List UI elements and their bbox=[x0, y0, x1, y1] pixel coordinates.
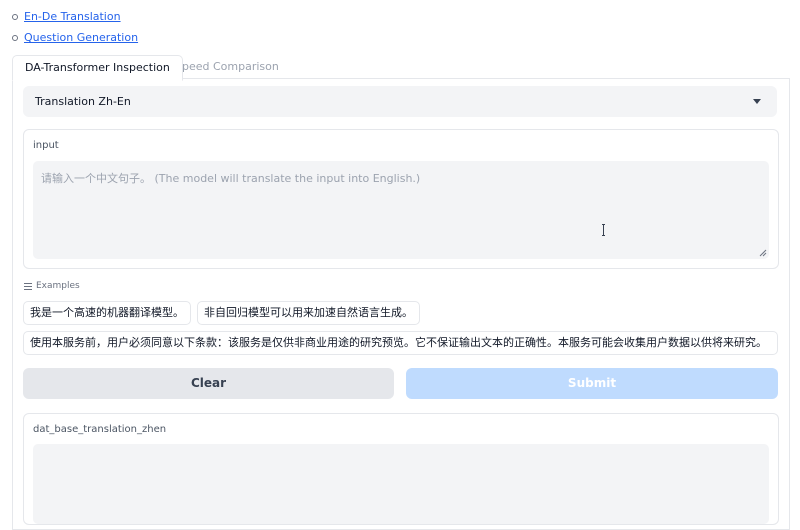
link-en-de-translation[interactable]: En-De Translation bbox=[24, 10, 121, 23]
tab-da-transformer-inspection[interactable]: DA-Transformer Inspection bbox=[12, 55, 183, 81]
text-cursor-icon bbox=[602, 224, 605, 236]
output-textarea[interactable] bbox=[33, 444, 769, 524]
output-block: dat_base_translation_zhen bbox=[23, 413, 779, 525]
example-item[interactable]: 使用本服务前，用户必须同意以下条款：该服务是仅供非商业用途的研究预览。它不保证输… bbox=[23, 331, 778, 355]
list-icon bbox=[24, 282, 32, 290]
example-item[interactable]: 非自回归模型可以用来加速自然语言生成。 bbox=[197, 301, 420, 325]
bullet-icon bbox=[12, 13, 18, 20]
input-block: input 请输入一个中文句子。 (The model will transla… bbox=[23, 129, 779, 269]
examples-label: Examples bbox=[36, 281, 80, 291]
clear-button[interactable]: Clear bbox=[23, 368, 394, 399]
model-select-dropdown[interactable]: Translation Zh-En bbox=[23, 86, 777, 117]
submit-button[interactable]: Submit bbox=[406, 368, 778, 399]
input-placeholder: 请输入一个中文句子。 (The model will translate the… bbox=[41, 172, 421, 185]
link-list: En-De Translation Question Generation bbox=[12, 6, 138, 48]
output-label: dat_base_translation_zhen bbox=[33, 424, 167, 435]
caret-down-icon bbox=[753, 99, 761, 104]
input-textarea[interactable]: 请输入一个中文句子。 (The model will translate the… bbox=[33, 161, 769, 259]
example-item[interactable]: 我是一个高速的机器翻译模型。 bbox=[23, 301, 191, 325]
resize-handle-icon[interactable] bbox=[759, 249, 767, 257]
input-label: input bbox=[33, 140, 59, 151]
link-item: Question Generation bbox=[12, 27, 138, 48]
tab-bar: DA-Transformer Inspection Speed Comparis… bbox=[12, 55, 788, 81]
link-item: En-De Translation bbox=[12, 6, 138, 27]
bullet-icon bbox=[12, 34, 18, 41]
dropdown-selected-value: Translation Zh-En bbox=[35, 95, 131, 108]
link-question-generation[interactable]: Question Generation bbox=[24, 31, 138, 44]
examples-header: Examples bbox=[24, 281, 80, 291]
